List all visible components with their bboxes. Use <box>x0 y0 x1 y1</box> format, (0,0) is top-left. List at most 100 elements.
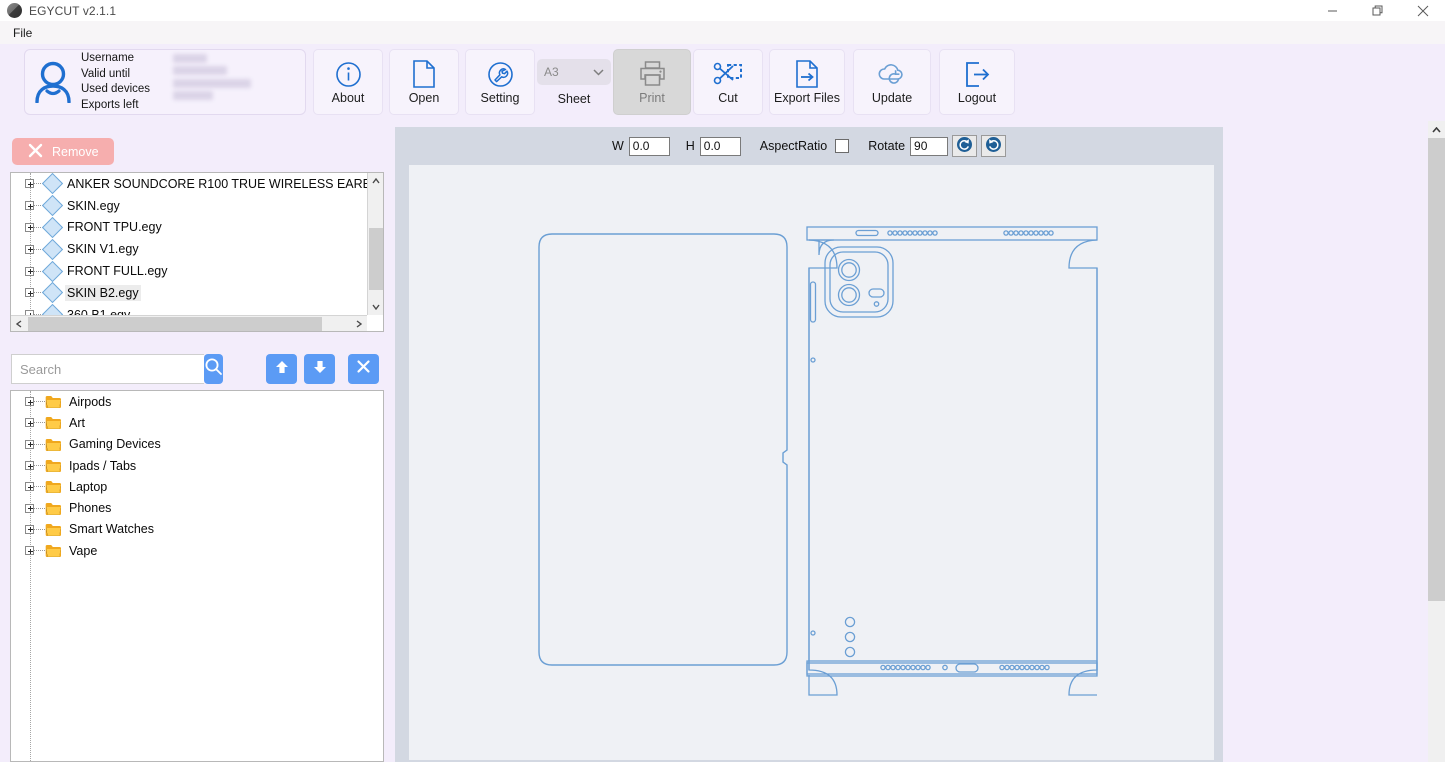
update-label: Update <box>871 91 913 105</box>
export-files-button[interactable]: Export Files <box>769 49 845 115</box>
file-list-hscroll-thumb[interactable] <box>28 317 322 331</box>
plus-expander-icon[interactable] <box>25 266 34 276</box>
move-down-button[interactable] <box>304 354 335 384</box>
height-input[interactable] <box>699 136 741 156</box>
info-circle-icon <box>335 59 362 89</box>
folder-tree-rows: Airpods Art Gaming Devices Ipads / Tabs Lapt… <box>11 391 383 561</box>
height-label: H <box>685 139 695 153</box>
file-list-item[interactable]: FRONT FULL.egy <box>11 260 364 282</box>
folder-tree-item[interactable]: Airpods <box>11 391 383 412</box>
sheet-size-select[interactable]: A3 <box>537 58 611 85</box>
open-label: Open <box>408 91 440 105</box>
plus-expander-icon[interactable] <box>25 201 34 211</box>
design-canvas[interactable] <box>409 165 1214 760</box>
window-title: EGYCUT v2.1.1 <box>29 3 117 18</box>
folder-tree-panel[interactable]: Airpods Art Gaming Devices Ipads / Tabs Lapt… <box>10 390 384 762</box>
plus-expander-icon[interactable] <box>25 439 34 449</box>
chevron-up-icon[interactable] <box>368 173 383 189</box>
remove-label: Remove <box>52 144 99 159</box>
sheet-label: Sheet <box>557 91 591 106</box>
folder-tree-item-label: Vape <box>69 543 98 558</box>
cut-button[interactable]: Cut <box>693 49 763 115</box>
arrow-up-icon <box>275 359 289 380</box>
chevron-up-icon[interactable] <box>1428 121 1445 138</box>
canvas-toolbar: W H AspectRatio Rotate <box>395 127 1223 165</box>
diamond-node-icon <box>41 282 64 304</box>
file-list-vertical-scrollbar[interactable] <box>367 173 383 315</box>
arrow-down-icon <box>313 359 327 380</box>
width-input[interactable] <box>628 136 670 156</box>
folder-icon <box>45 502 62 515</box>
folder-tree-item[interactable]: Ipads / Tabs <box>11 455 383 476</box>
rotate-input[interactable] <box>910 136 949 156</box>
file-list-item[interactable]: SKIN.egy <box>11 195 364 217</box>
file-list-item-label: FRONT TPU.egy <box>67 220 162 235</box>
rotate-cw-button[interactable] <box>952 135 978 157</box>
logout-button[interactable]: Logout <box>939 49 1015 115</box>
file-list-item-label: SKIN V1.egy <box>67 242 139 257</box>
cloud-refresh-icon <box>876 59 908 89</box>
file-list-panel[interactable]: ANKER SOUNDCORE R100 TRUE WIRELESS EARBU… <box>10 172 384 332</box>
phone-back-skin-outline <box>806 226 1098 696</box>
close-x-icon <box>28 143 43 161</box>
top-grille-left <box>887 230 938 236</box>
aspect-ratio-checkbox[interactable] <box>835 139 850 153</box>
remove-button[interactable]: Remove <box>12 138 114 165</box>
folder-tree-item[interactable]: Art <box>11 412 383 433</box>
folder-icon <box>45 480 62 494</box>
plus-expander-icon[interactable] <box>25 482 34 492</box>
printer-icon <box>638 59 667 89</box>
tree-connector-dash <box>34 550 45 552</box>
chevron-right-icon[interactable] <box>351 316 367 331</box>
folder-icon <box>45 438 62 451</box>
folder-tree-item[interactable]: Gaming Devices <box>11 434 383 455</box>
search-button[interactable] <box>204 354 223 384</box>
open-button[interactable]: Open <box>389 49 459 115</box>
user-value-valid-until <box>173 66 227 76</box>
file-list-item[interactable]: ANKER SOUNDCORE R100 TRUE WIRELESS EARBU <box>11 173 380 195</box>
minimize-icon[interactable] <box>1310 0 1355 21</box>
about-button[interactable]: About <box>313 49 383 115</box>
wrench-circle-icon <box>487 59 514 89</box>
file-list-item[interactable]: SKIN B2.egy <box>11 282 364 304</box>
restore-icon[interactable] <box>1355 0 1400 21</box>
folder-tree-item[interactable]: Vape <box>11 540 383 561</box>
plus-expander-icon[interactable] <box>25 503 34 513</box>
update-button[interactable]: Update <box>853 49 931 115</box>
setting-button[interactable]: Setting <box>465 49 535 115</box>
file-list-scroll-thumb[interactable] <box>369 228 383 290</box>
logout-label: Logout <box>957 91 997 105</box>
print-button[interactable]: Print <box>613 49 691 115</box>
user-label-used-devices: Used devices <box>81 83 151 95</box>
plus-expander-icon[interactable] <box>25 397 34 407</box>
file-list-horizontal-scrollbar[interactable] <box>11 315 367 331</box>
folder-tree-item[interactable]: Smart Watches <box>11 519 383 540</box>
move-up-button[interactable] <box>266 354 297 384</box>
file-list-item[interactable]: SKIN V1.egy <box>11 238 364 260</box>
width-label: W <box>611 139 624 153</box>
folder-tree-item[interactable]: Laptop <box>11 476 383 497</box>
file-list-item[interactable]: FRONT TPU.egy <box>11 216 364 239</box>
close-icon[interactable] <box>1400 0 1445 21</box>
diamond-node-icon <box>41 195 64 217</box>
search-input[interactable] <box>11 354 204 384</box>
chevron-down-icon <box>593 65 604 79</box>
plus-expander-icon[interactable] <box>25 461 34 471</box>
page-scroll-thumb[interactable] <box>1428 138 1445 601</box>
page-vertical-scrollbar[interactable] <box>1428 121 1445 762</box>
plus-expander-icon[interactable] <box>25 288 34 298</box>
rotate-ccw-button[interactable] <box>981 135 1007 157</box>
chevron-down-icon[interactable] <box>368 299 383 315</box>
chevron-left-icon[interactable] <box>11 316 27 331</box>
folder-tree-item[interactable]: Phones <box>11 497 383 518</box>
tree-connector-dash <box>34 443 45 445</box>
plus-expander-icon[interactable] <box>25 244 34 254</box>
plus-expander-icon[interactable] <box>25 179 34 189</box>
plus-expander-icon[interactable] <box>25 222 34 232</box>
rotate-label: Rotate <box>868 139 906 153</box>
plus-expander-icon[interactable] <box>25 418 34 428</box>
plus-expander-icon[interactable] <box>25 524 34 534</box>
clear-search-button[interactable] <box>348 354 379 384</box>
plus-expander-icon[interactable] <box>25 546 34 556</box>
menu-item-file[interactable]: File <box>0 24 42 42</box>
